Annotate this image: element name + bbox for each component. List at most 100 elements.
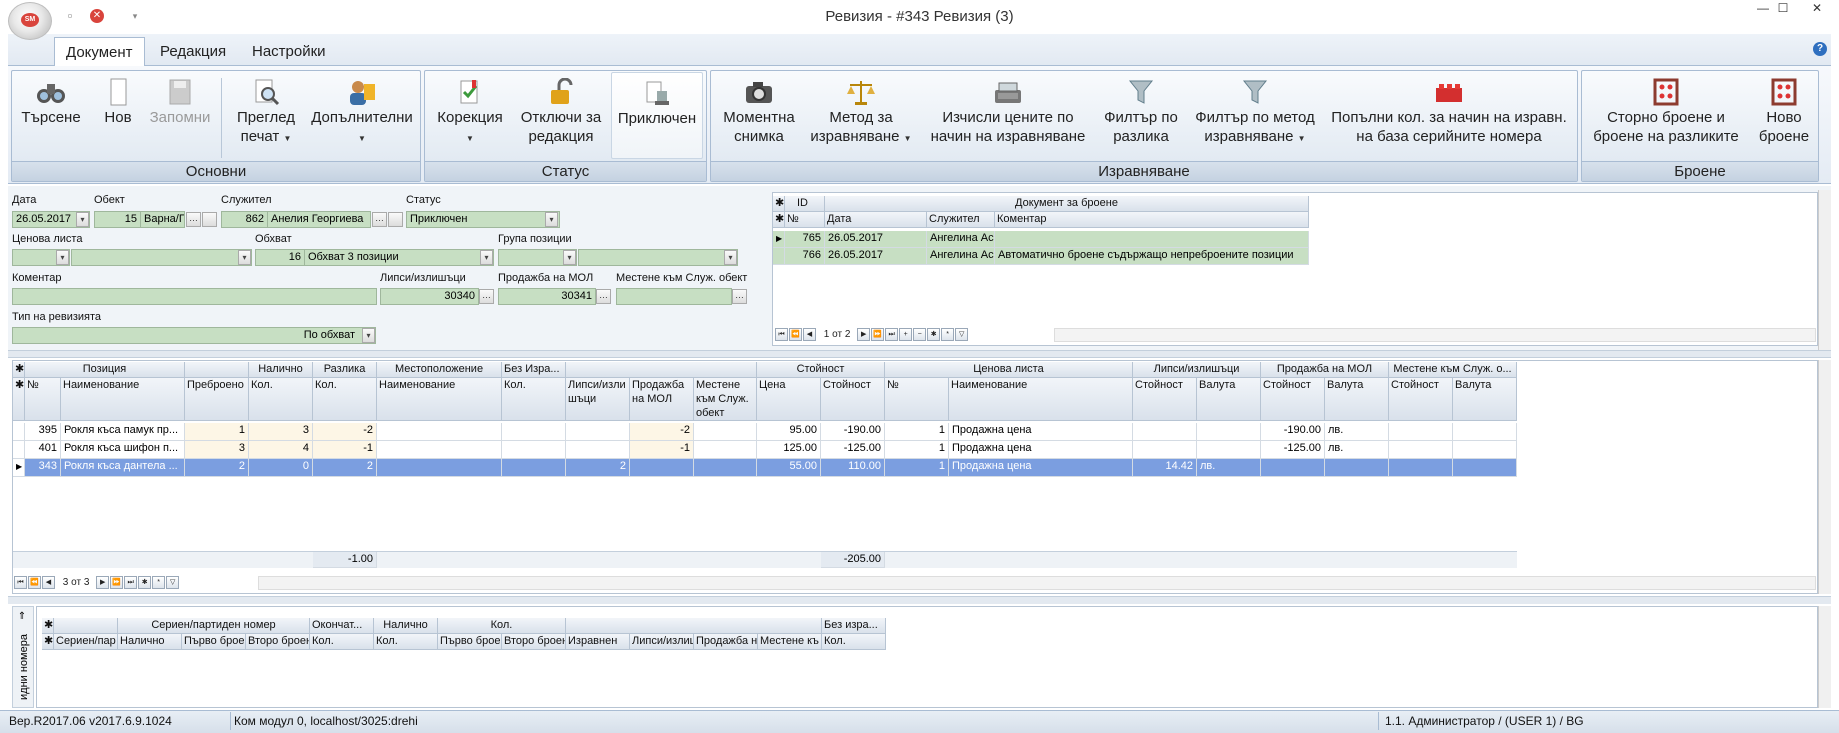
close-window-icon[interactable]: ✕ [1806, 2, 1828, 16]
table-cell-shortage[interactable] [566, 441, 630, 459]
table-cell-name[interactable]: Рокля къса памук пр... [61, 423, 185, 441]
object-name-field[interactable]: Варна/Пр [140, 211, 185, 228]
row-indicator[interactable] [13, 423, 25, 441]
scope-id-field[interactable]: 16 [255, 249, 305, 266]
status-field[interactable]: Приключен [406, 211, 560, 228]
col-header-no[interactable]: № [25, 378, 61, 421]
col-header-employee[interactable]: Служител [927, 212, 995, 228]
rev-type-field[interactable]: По обхват [12, 327, 376, 344]
col-header-name[interactable]: Наименование [61, 378, 185, 421]
chevron-down-icon[interactable]: ▾ [76, 212, 89, 227]
col-header-id[interactable]: ID [785, 196, 825, 212]
chevron-down-icon[interactable]: ▾ [480, 250, 493, 265]
row-indicator-icon[interactable]: ▶ [13, 459, 25, 477]
table-cell-sh-cur[interactable]: лв. [1197, 459, 1261, 477]
unlock-edit-button[interactable]: Отключи за редакция [514, 72, 608, 160]
col-header-loc-name[interactable]: Наименование [377, 378, 502, 421]
col-header-serial-7[interactable]: Второ броен [502, 634, 566, 650]
table-cell-diff[interactable]: 2 [313, 459, 377, 477]
table-cell-price[interactable]: 55.00 [757, 459, 821, 477]
col-header-serial-2[interactable]: Първо брое [182, 634, 246, 650]
col-header-serial-9[interactable]: Липси/излиш [630, 634, 694, 650]
table-row-date[interactable]: 26.05.2017 [825, 248, 927, 265]
nav-prev-icon[interactable]: ◀ [803, 327, 816, 341]
table-cell-qty[interactable]: 3 [249, 423, 313, 441]
table-cell-sh-cur[interactable] [1197, 441, 1261, 459]
col-header-serial-6[interactable]: Първо брое [438, 634, 502, 650]
grid-settings-icon[interactable]: ✱ [773, 212, 785, 228]
col-header-counted[interactable]: Преброено [185, 378, 249, 421]
minimize-icon[interactable]: — [1752, 2, 1774, 16]
maximize-icon[interactable]: ☐ [1772, 2, 1794, 16]
table-cell-sale[interactable]: -1 [630, 441, 694, 459]
table-cell-empty[interactable] [377, 459, 502, 477]
print-preview-button[interactable]: Преглед печат ▼ [228, 72, 304, 160]
table-cell-shortage[interactable] [566, 423, 630, 441]
table-row-no[interactable]: 765 [785, 231, 825, 248]
table-cell-sh-value[interactable]: 14.42 [1133, 459, 1197, 477]
table-cell-no[interactable]: 343 [25, 459, 61, 477]
table-cell-empty[interactable] [694, 441, 757, 459]
filter-method-button[interactable]: Филтър по метод изравняване ▼ [1188, 72, 1322, 160]
table-cell-sm-value[interactable]: -190.00 [1261, 423, 1325, 441]
nav-filter-icon[interactable]: ▽ [955, 327, 969, 341]
table-cell-qty[interactable]: 0 [249, 459, 313, 477]
table-cell-sm-cur[interactable] [1325, 459, 1389, 477]
table-cell-empty[interactable] [1389, 423, 1453, 441]
table-cell-sh-value[interactable] [1133, 423, 1197, 441]
col-header-move[interactable]: Местене към Служ. обект [694, 378, 757, 421]
save-button[interactable]: Запомни [145, 72, 215, 160]
grid-settings-icon[interactable]: ✱ [773, 196, 785, 212]
table-cell-price[interactable]: 95.00 [757, 423, 821, 441]
col-header-sale[interactable]: Продажба на МОЛ [630, 378, 694, 421]
table-cell-pl-name[interactable]: Продажна цена [949, 459, 1133, 477]
table-cell-pl-no[interactable]: 1 [885, 459, 949, 477]
col-header-date[interactable]: Дата [825, 212, 927, 228]
nav-add-icon[interactable]: + [899, 327, 913, 341]
col-header-pl-no[interactable]: № [885, 378, 949, 421]
chevron-down-icon[interactable]: ▾ [238, 250, 251, 265]
table-cell-pl-no[interactable]: 1 [885, 423, 949, 441]
row-indicator[interactable] [773, 248, 785, 265]
table-cell-sm-value[interactable]: -125.00 [1261, 441, 1325, 459]
splitter[interactable] [8, 596, 1831, 604]
nav-next-page-icon[interactable]: ⏩ [871, 327, 885, 341]
table-cell-value[interactable]: 110.00 [821, 459, 885, 477]
grid-settings-icon[interactable]: ✱ [13, 362, 25, 378]
row-indicator-icon[interactable]: ▶ [773, 231, 785, 248]
employee-clear-button[interactable] [388, 212, 403, 227]
col-header-serial-8[interactable]: Изравнен [566, 634, 630, 650]
table-cell-empty[interactable] [694, 423, 757, 441]
col-header-price[interactable]: Цена [757, 378, 821, 421]
table-cell-sale[interactable]: -2 [630, 423, 694, 441]
col-header-pl-name[interactable]: Наименование [949, 378, 1133, 421]
col-header-shortage[interactable]: Липси/изли шъци [566, 378, 630, 421]
move-obj-field[interactable] [616, 288, 732, 305]
col-header-sh-value[interactable]: Стойност [1133, 378, 1197, 421]
table-row-comment[interactable]: Автоматично броене съдържащо непреброени… [995, 248, 1309, 265]
col-header-serial-11[interactable]: Местене къ [758, 634, 822, 650]
shortage-lookup-button[interactable]: … [479, 289, 494, 304]
col-header-serial-10[interactable]: Продажба н [694, 634, 758, 650]
table-cell-empty[interactable] [377, 423, 502, 441]
table-row-comment[interactable] [995, 231, 1309, 248]
object-lookup-button[interactable]: … [186, 212, 201, 227]
new-button[interactable]: Нов [95, 72, 141, 160]
table-cell-counted[interactable]: 1 [185, 423, 249, 441]
chevron-down-icon[interactable]: ▾ [563, 250, 576, 265]
grid-settings-icon[interactable]: ✱ [42, 634, 54, 650]
nav-prev-icon[interactable]: ◀ [42, 575, 55, 589]
table-cell-sale[interactable] [630, 459, 694, 477]
table-row-employee[interactable]: Ангелина Ас [927, 248, 995, 265]
nav-filter-icon[interactable]: ▽ [166, 575, 180, 589]
employee-name-field[interactable]: Анелия Георгиева [267, 211, 371, 228]
col-header-diff-qty[interactable]: Кол. [313, 378, 377, 421]
nav-prev-page-icon[interactable]: ⏪ [789, 327, 802, 341]
object-id-field[interactable]: 15 [94, 211, 141, 228]
tab-edit[interactable]: Редакция [149, 37, 237, 66]
correction-button[interactable]: Корекция ▼ [430, 72, 510, 160]
table-cell-sm-cur[interactable]: лв. [1325, 423, 1389, 441]
nav-first-icon[interactable]: ⏮ [775, 327, 788, 341]
col-header-value[interactable]: Стойност [821, 378, 885, 421]
table-cell-empty[interactable] [1453, 423, 1517, 441]
